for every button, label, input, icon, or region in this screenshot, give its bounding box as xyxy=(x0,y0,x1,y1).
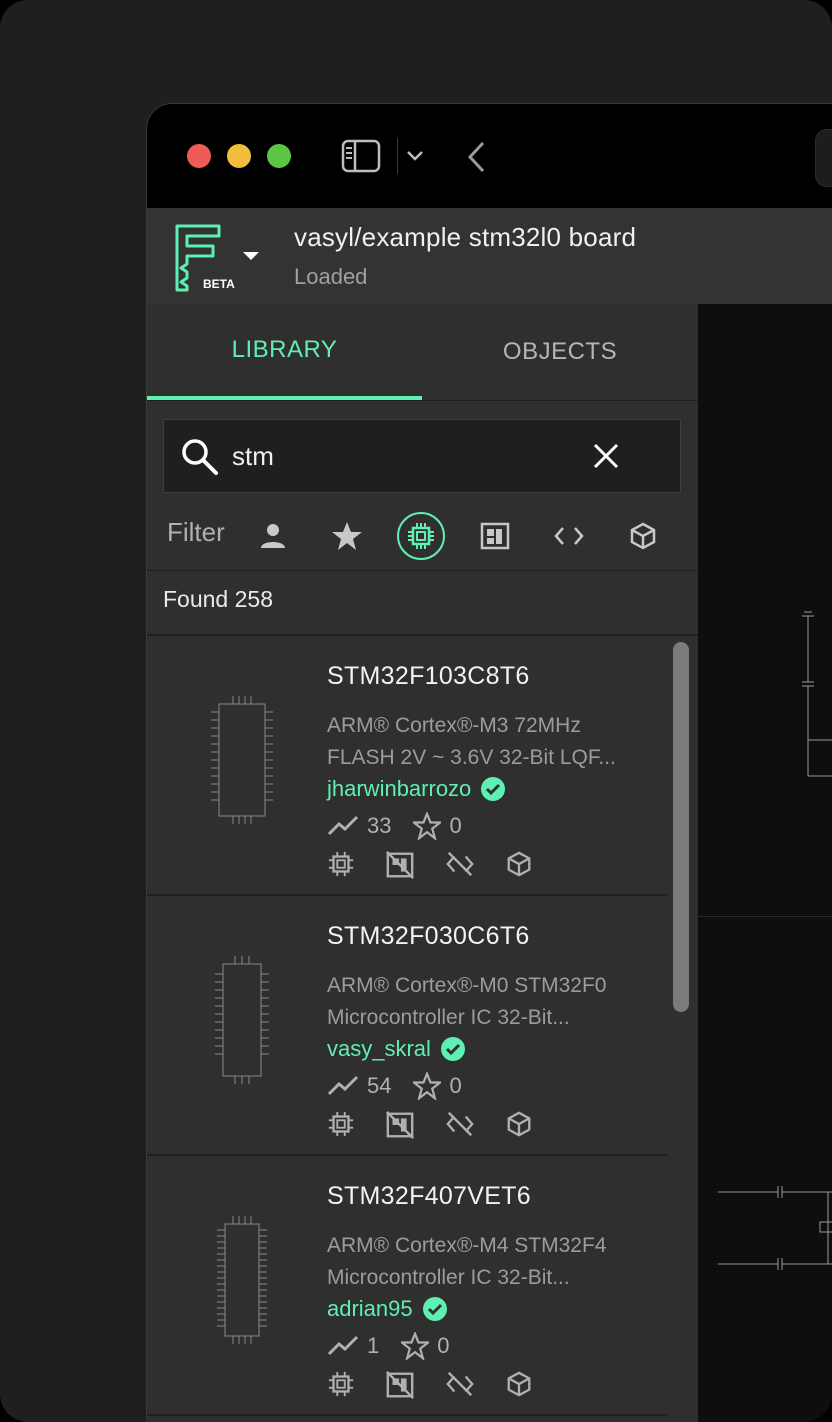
person-icon[interactable] xyxy=(249,512,297,560)
schematic-wires xyxy=(718,611,832,1270)
chevron-down-icon[interactable] xyxy=(405,146,425,166)
part-stats: 1 0 xyxy=(327,1332,450,1360)
cube-icon xyxy=(507,851,531,877)
no-code-icon xyxy=(446,851,474,877)
desktop-background: BETA vasyl/example stm32l0 board Loaded … xyxy=(0,0,832,1422)
minimize-window-button[interactable] xyxy=(227,144,251,168)
part-thumbnail xyxy=(211,696,273,824)
close-window-button[interactable] xyxy=(187,144,211,168)
verified-check-icon xyxy=(422,1297,447,1321)
part-description-line: ARM® Cortex®-M3 72MHz xyxy=(327,714,581,737)
back-chevron-icon[interactable] xyxy=(465,140,487,174)
star-outline-icon[interactable] xyxy=(413,812,442,840)
no-code-icon xyxy=(446,1371,474,1397)
part-capabilities xyxy=(327,850,533,880)
part-description-line: Microcontroller IC 32-Bit... xyxy=(327,1266,570,1289)
part-stats: 33 0 xyxy=(327,812,462,840)
list-item[interactable]: STM32F030C6T6 ARM® Cortex®-M0 STM32F0 Mi… xyxy=(147,896,667,1156)
chip-icon[interactable] xyxy=(397,512,445,560)
star-outline-icon[interactable] xyxy=(413,1072,442,1100)
part-title: STM32F103C8T6 xyxy=(327,662,530,690)
no-code-icon xyxy=(446,1111,474,1137)
list-item[interactable]: STM32F407VET6 ARM® Cortex®-M4 STM32F4 Mi… xyxy=(147,1156,667,1416)
clear-search-icon[interactable] xyxy=(590,440,622,472)
results-list: STM32F103C8T6 ARM® Cortex®-M3 72MHz FLAS… xyxy=(147,636,667,1422)
author-link[interactable]: jharwinbarrozo xyxy=(327,776,506,802)
address-bar[interactable] xyxy=(815,129,832,187)
no-footprint-icon xyxy=(386,1371,414,1399)
cube-icon[interactable] xyxy=(619,512,667,560)
part-description: ARM® Cortex®-M4 STM32F4 Microcontroller … xyxy=(327,1230,657,1294)
trending-icon xyxy=(327,1075,359,1096)
list-item[interactable]: STM32F103C8T6 ARM® Cortex®-M3 72MHz FLAS… xyxy=(147,636,667,896)
library-panel: LIBRARY OBJECTS Filter xyxy=(147,304,699,1422)
trending-icon xyxy=(327,815,359,836)
logo-beta-text: BETA xyxy=(203,277,235,291)
schematic-canvas[interactable] xyxy=(698,304,832,1422)
part-description-line: Microcontroller IC 32-Bit... xyxy=(327,1006,570,1029)
maximize-window-button[interactable] xyxy=(267,144,291,168)
author-link[interactable]: vasy_skral xyxy=(327,1036,465,1062)
panel-tabs: LIBRARY OBJECTS xyxy=(147,304,698,401)
toolbar-divider xyxy=(397,138,398,174)
part-title: STM32F407VET6 xyxy=(327,1182,531,1210)
part-capabilities xyxy=(327,1370,533,1400)
filter-bar: Filter xyxy=(147,504,698,571)
chip-icon xyxy=(328,851,354,877)
part-thumbnail xyxy=(215,956,269,1084)
part-capabilities xyxy=(327,1110,533,1140)
app-window: BETA vasyl/example stm32l0 board Loaded … xyxy=(146,103,832,1422)
project-status: Loaded xyxy=(294,264,368,289)
search-input[interactable] xyxy=(232,420,572,492)
flux-logo-icon[interactable]: BETA xyxy=(173,222,239,294)
title-bar xyxy=(147,104,832,208)
search-box xyxy=(163,419,681,493)
verified-check-icon xyxy=(440,1037,465,1061)
part-description-line: ARM® Cortex®-M0 STM32F0 xyxy=(327,974,607,997)
tab-objects[interactable]: OBJECTS xyxy=(422,304,698,400)
star-count: 0 xyxy=(449,813,462,838)
part-thumbnail xyxy=(217,1216,267,1344)
search-icon xyxy=(182,439,218,475)
part-description: ARM® Cortex®-M3 72MHz FLASH 2V ~ 3.6V 32… xyxy=(327,710,657,774)
no-footprint-icon xyxy=(386,1111,414,1139)
usage-count: 33 xyxy=(367,813,392,838)
results-scrollbar[interactable] xyxy=(673,642,689,1012)
author-name: adrian95 xyxy=(327,1296,413,1321)
star-count: 0 xyxy=(437,1333,450,1358)
cube-icon xyxy=(507,1371,531,1397)
tab-library[interactable]: LIBRARY xyxy=(147,304,422,400)
trending-icon xyxy=(327,1335,359,1356)
verified-check-icon xyxy=(481,777,506,801)
usage-count: 1 xyxy=(367,1333,380,1358)
author-name: jharwinbarrozo xyxy=(327,776,472,801)
part-title: STM32F030C6T6 xyxy=(327,922,530,950)
star-outline-icon[interactable] xyxy=(401,1332,430,1360)
sidebar-toggle-icon[interactable] xyxy=(341,137,381,175)
part-description: ARM® Cortex®-M0 STM32F0 Microcontroller … xyxy=(327,970,657,1034)
star-icon[interactable] xyxy=(323,512,371,560)
cube-icon xyxy=(507,1111,531,1137)
code-icon[interactable] xyxy=(545,512,593,560)
part-description-line: FLASH 2V ~ 3.6V 32-Bit LQF... xyxy=(327,746,616,769)
logo-dropdown-icon[interactable] xyxy=(243,250,259,262)
footprint-icon[interactable] xyxy=(471,512,519,560)
usage-count: 54 xyxy=(367,1073,392,1098)
project-title: vasyl/example stm32l0 board xyxy=(294,222,637,252)
no-footprint-icon xyxy=(386,851,414,879)
chip-icon xyxy=(328,1371,354,1397)
part-description-line: ARM® Cortex®-M4 STM32F4 xyxy=(327,1234,607,1257)
filter-label: Filter xyxy=(167,517,225,547)
results-count: Found 258 xyxy=(163,586,273,612)
chip-icon xyxy=(328,1111,354,1137)
author-name: vasy_skral xyxy=(327,1036,431,1061)
part-stats: 54 0 xyxy=(327,1072,462,1100)
star-count: 0 xyxy=(449,1073,462,1098)
author-link[interactable]: adrian95 xyxy=(327,1296,447,1322)
